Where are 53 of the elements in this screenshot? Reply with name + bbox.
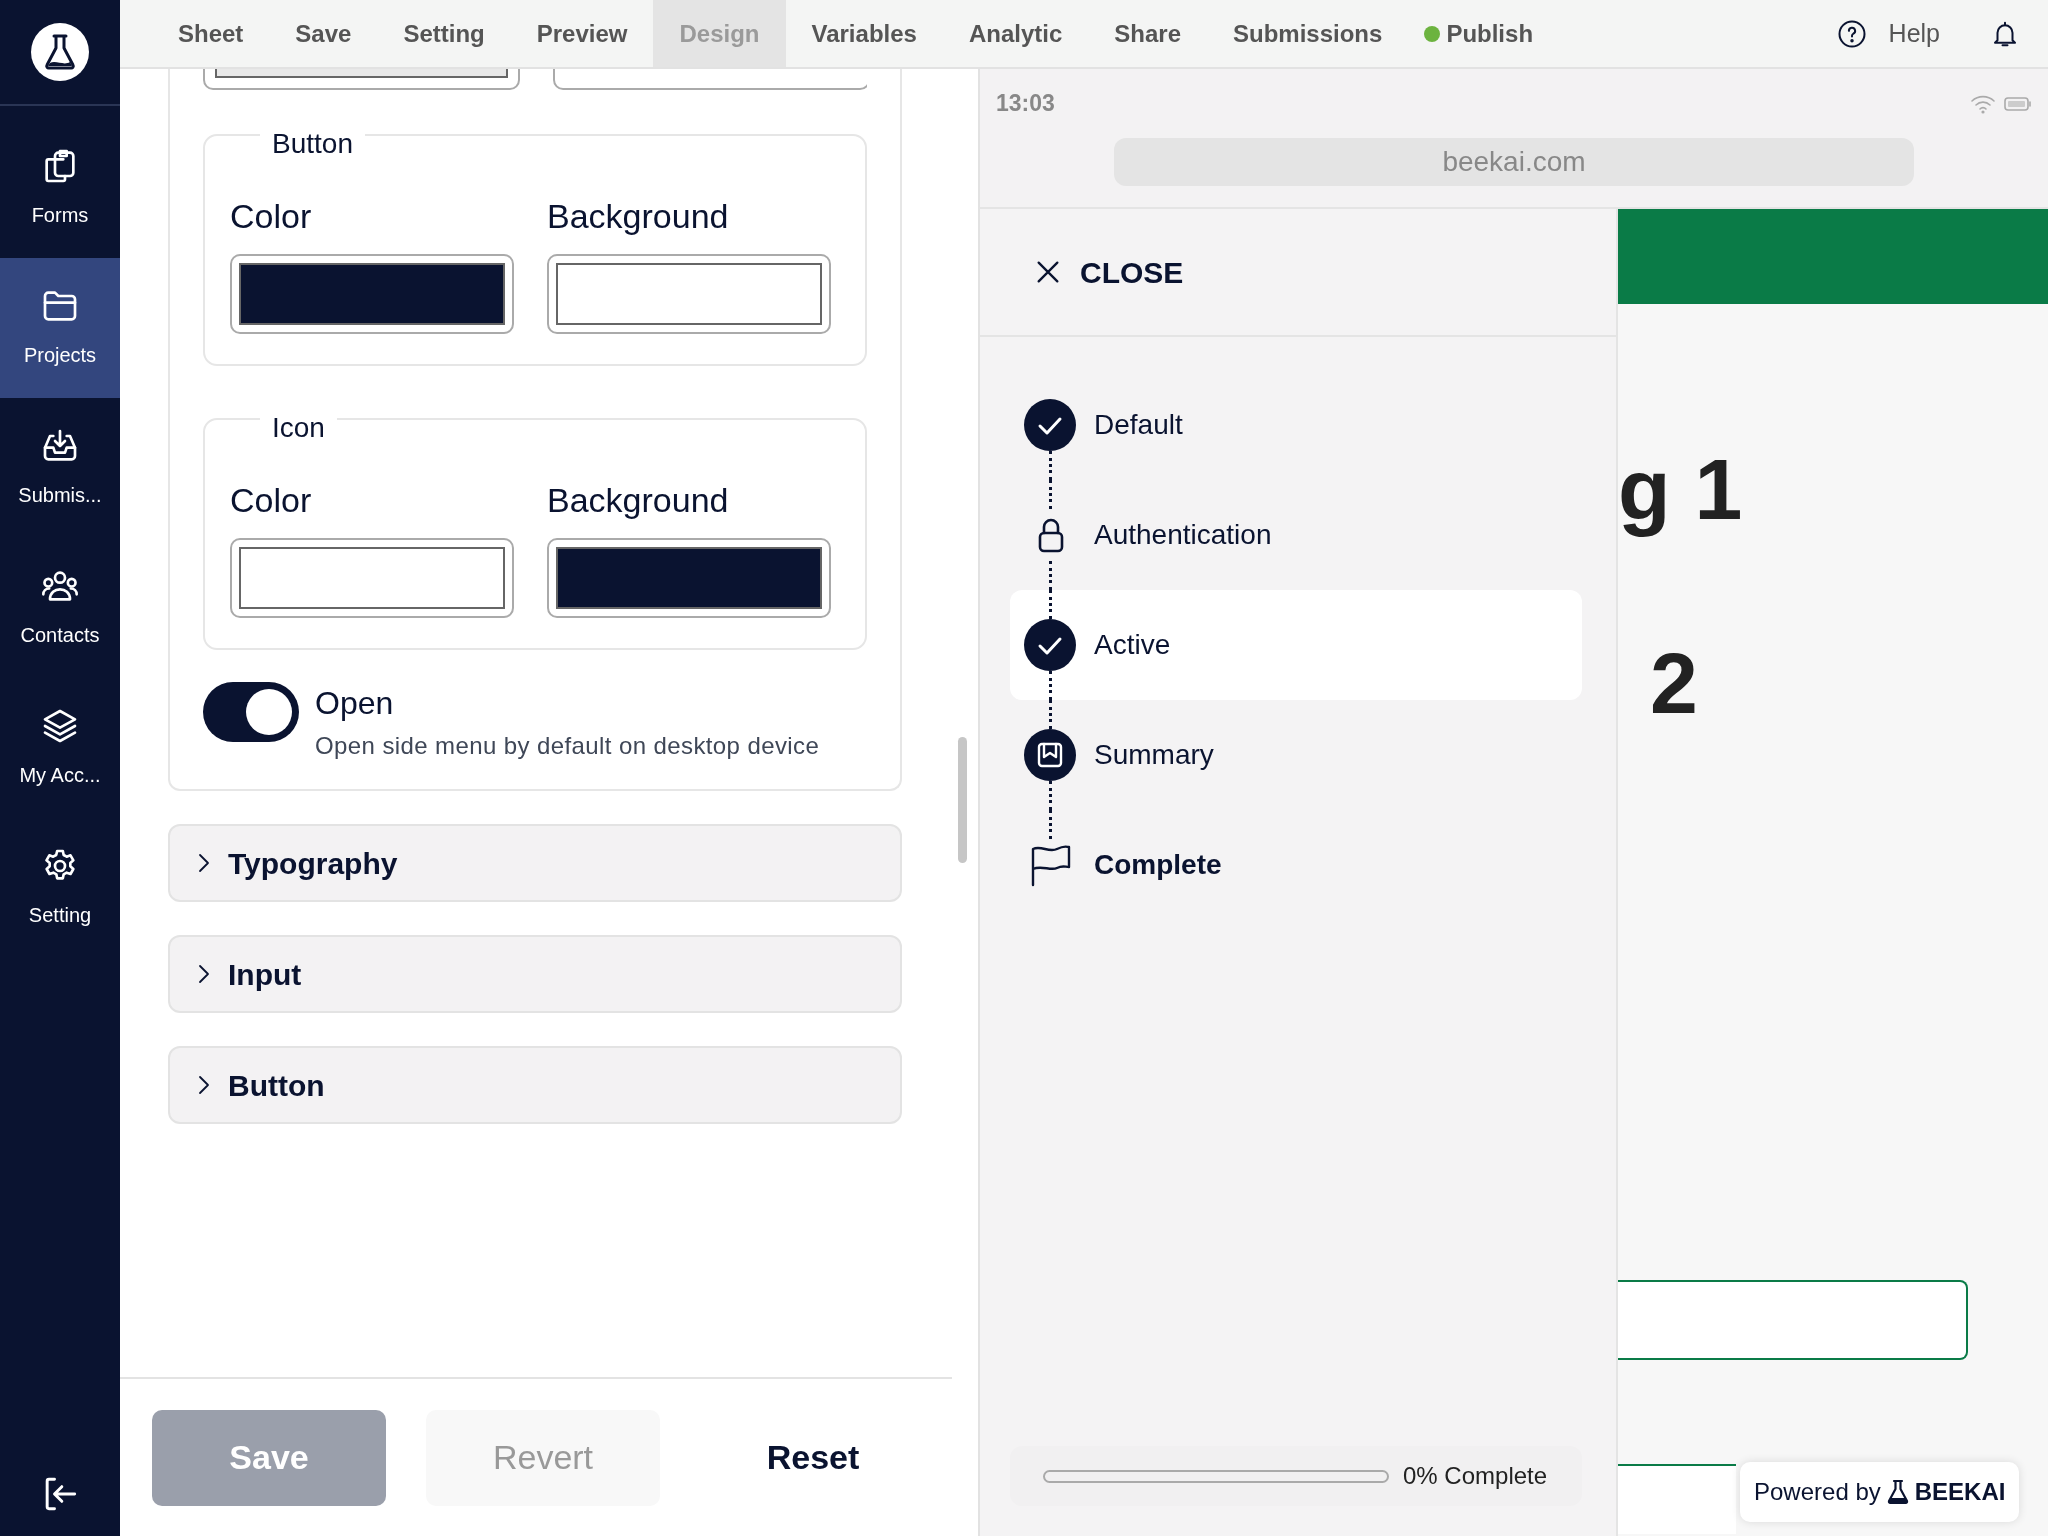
form-heading: 2 bbox=[1650, 633, 1698, 733]
input-field[interactable] bbox=[1618, 1464, 1736, 1534]
progress-label: 0% Complete bbox=[1403, 1461, 1548, 1491]
color-picker[interactable] bbox=[547, 254, 831, 334]
toggle-switch[interactable] bbox=[203, 682, 299, 742]
step-item[interactable]: Summary bbox=[1010, 700, 1582, 810]
address-bar: beekai.com bbox=[1114, 138, 1914, 186]
sidebar-item[interactable]: Contacts bbox=[0, 538, 120, 678]
field-label: Background bbox=[547, 480, 730, 520]
reset-button[interactable]: Reset bbox=[700, 1409, 926, 1506]
menu-tab[interactable]: Analytic bbox=[942, 0, 1089, 67]
accordion-header[interactable]: Input bbox=[168, 935, 902, 1013]
input-field[interactable] bbox=[1618, 1280, 1968, 1360]
menu-tab[interactable]: Preview bbox=[510, 0, 654, 67]
menu-tab[interactable]: Publish bbox=[1420, 0, 1560, 67]
help-icon bbox=[1836, 18, 1867, 49]
sidebar-item[interactable]: Projects bbox=[0, 258, 120, 398]
menu-tab[interactable]: Setting bbox=[377, 0, 511, 67]
wifi-icon bbox=[1970, 93, 1996, 114]
accordion-header[interactable]: Typography bbox=[168, 824, 902, 902]
toggle-label: Open bbox=[315, 684, 395, 722]
menu-tab[interactable]: Submissions bbox=[1207, 0, 1409, 67]
menu-tab[interactable]: Sheet bbox=[152, 0, 270, 67]
flask-logo[interactable] bbox=[31, 23, 89, 81]
sidebar-item[interactable]: Submis... bbox=[0, 398, 120, 538]
sidebar-item[interactable]: Setting bbox=[0, 818, 120, 958]
step-item[interactable]: Active bbox=[1010, 590, 1582, 700]
menu-tab[interactable]: Share bbox=[1088, 0, 1207, 67]
step-item[interactable]: Default bbox=[1010, 370, 1582, 480]
toggle-description: Open side menu by default on desktop device bbox=[315, 731, 820, 761]
field-label: Color bbox=[230, 196, 313, 236]
battery-icon bbox=[2004, 95, 2032, 112]
form-heading: g 1 bbox=[1618, 440, 1743, 539]
check-icon bbox=[1024, 399, 1076, 451]
step-item[interactable]: Complete bbox=[1010, 810, 1582, 920]
field-label: Color bbox=[230, 480, 313, 520]
sidebar-item[interactable]: My Acc... bbox=[0, 678, 120, 818]
sidebar-item[interactable]: Forms bbox=[0, 118, 120, 258]
close-button[interactable]: CLOSE bbox=[1034, 249, 1184, 295]
accordion-header[interactable]: Button bbox=[168, 1046, 902, 1124]
color-picker[interactable] bbox=[547, 538, 831, 618]
menu-tab[interactable]: Variables bbox=[785, 0, 943, 67]
flask-icon bbox=[1886, 1479, 1909, 1505]
scrollbar-handle[interactable] bbox=[958, 737, 967, 863]
bookmark-icon bbox=[1024, 729, 1076, 781]
color-picker[interactable] bbox=[230, 254, 514, 334]
field-label: Background bbox=[547, 196, 730, 236]
help-link[interactable]: Help bbox=[1836, 0, 1990, 67]
check-icon bbox=[1024, 619, 1076, 671]
status-time: 13:03 bbox=[996, 89, 1055, 119]
color-picker[interactable] bbox=[230, 538, 514, 618]
menu-tab[interactable]: Save bbox=[269, 0, 378, 67]
powered-by-badge[interactable]: Powered by BEEKAI bbox=[1740, 1462, 2020, 1522]
